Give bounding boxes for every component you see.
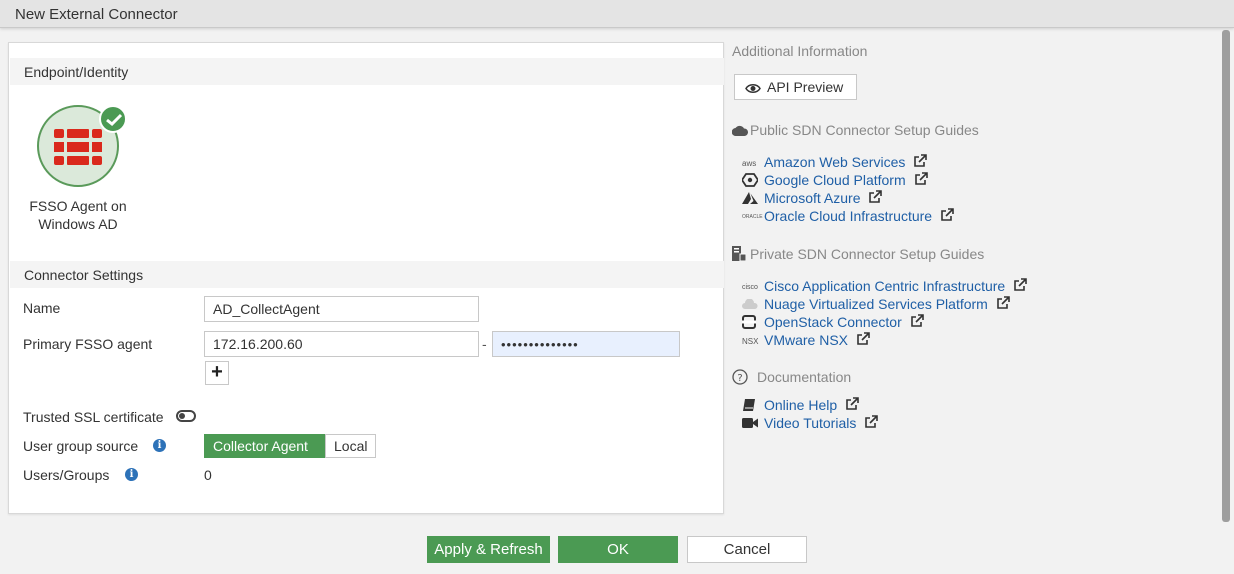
link-nuage-vsp[interactable]: Nuage Virtualized Services Platform	[742, 296, 1010, 314]
link-google-cloud-platform[interactable]: Google Cloud Platform	[740, 172, 928, 190]
connector-form-panel: Endpoint/Identity FSSO Agent on Windows …	[8, 42, 724, 514]
link-amazon-web-services[interactable]: aws Amazon Web Services	[742, 154, 928, 172]
link-label: Video Tutorials	[764, 415, 857, 431]
group-source-local-option[interactable]: Local	[325, 434, 376, 458]
link-label: Cisco Application Centric Infrastructure	[764, 278, 1006, 294]
primary-agent-password-input[interactable]: ••••••••••••••	[492, 331, 680, 357]
link-label: VMware NSX	[764, 332, 849, 348]
server-icon	[732, 246, 750, 264]
external-link-icon	[914, 154, 928, 167]
window-title: New External Connector	[0, 0, 1234, 28]
primary-agent-ip-input[interactable]	[204, 331, 479, 357]
link-openstack-connector[interactable]: OpenStack Connector	[742, 314, 924, 332]
nsx-icon: NSX	[742, 336, 759, 346]
link-online-help[interactable]: Online Help	[742, 397, 859, 415]
users-groups-label: Users/Groups	[23, 467, 110, 483]
documentation-title: Documentation	[757, 369, 852, 386]
trusted-ssl-toggle[interactable]	[176, 410, 196, 422]
public-sdn-guides-title: Public SDN Connector Setup Guides	[750, 122, 979, 138]
video-icon	[742, 417, 764, 431]
link-label: Nuage Virtualized Services Platform	[764, 296, 988, 312]
connector-label-line1: FSSO Agent on	[29, 198, 127, 214]
endpoint-section-header: Endpoint/Identity	[10, 58, 724, 85]
openstack-icon	[742, 315, 764, 331]
additional-info-title: Additional Information	[732, 43, 868, 59]
connector-settings-section-header: Connector Settings	[10, 261, 724, 288]
oracle-icon: ORACLE	[742, 214, 763, 221]
external-link-icon	[1014, 278, 1028, 291]
link-label: Online Help	[764, 397, 838, 413]
azure-icon	[742, 191, 764, 207]
group-source-info-icon[interactable]: i	[153, 439, 166, 452]
connector-tile-label: FSSO Agent on Windows AD	[23, 197, 133, 233]
link-oracle-cloud-infrastructure[interactable]: ORACLEOracle Cloud Infrastructure	[742, 208, 954, 226]
connector-label-line2: Windows AD	[38, 216, 118, 232]
private-sdn-guides-title: Private SDN Connector Setup Guides	[750, 246, 985, 262]
public-sdn-guides-header: Public SDN Connector Setup Guides	[731, 122, 979, 139]
question-circle-icon: ?	[732, 369, 757, 388]
link-microsoft-azure[interactable]: Microsoft Azure	[742, 190, 883, 208]
link-label: Google Cloud Platform	[764, 172, 906, 188]
google-cloud-icon	[740, 173, 764, 189]
documentation-header: ? Documentation	[732, 369, 851, 388]
fortinet-logo-icon	[54, 129, 102, 165]
user-group-source-label: User group source	[23, 438, 139, 454]
api-preview-button[interactable]: API Preview	[734, 74, 857, 100]
external-link-icon	[846, 397, 859, 410]
link-label: OpenStack Connector	[764, 314, 902, 330]
link-label: Amazon Web Services	[764, 154, 906, 170]
external-link-icon	[865, 415, 879, 428]
book-icon	[742, 398, 764, 414]
eye-icon	[745, 84, 761, 93]
external-link-icon	[857, 332, 870, 345]
vertical-scrollbar[interactable]	[1222, 30, 1230, 522]
svg-text:?: ?	[737, 373, 742, 384]
fsso-agent-connector-tile[interactable]: FSSO Agent on Windows AD	[23, 105, 133, 233]
private-sdn-guides-header: Private SDN Connector Setup Guides	[732, 246, 984, 264]
nuage-icon	[742, 298, 764, 311]
api-preview-label: API Preview	[767, 79, 844, 95]
selected-check-icon	[99, 105, 127, 133]
field-separator: -	[482, 336, 487, 352]
external-link-icon	[910, 314, 924, 327]
link-video-tutorials[interactable]: Video Tutorials	[742, 415, 879, 433]
external-link-icon	[941, 208, 954, 221]
add-agent-button[interactable]: +	[205, 361, 229, 385]
apply-refresh-button[interactable]: Apply & Refresh	[427, 536, 550, 563]
external-link-icon	[869, 190, 883, 203]
connector-logo	[37, 105, 127, 187]
name-input[interactable]	[204, 296, 479, 322]
cisco-icon: cisco	[742, 283, 758, 291]
external-link-icon	[914, 172, 928, 185]
primary-fsso-agent-label: Primary FSSO agent	[23, 336, 153, 352]
cancel-button[interactable]: Cancel	[687, 536, 807, 563]
link-label: Microsoft Azure	[764, 190, 861, 206]
aws-icon: aws	[742, 158, 757, 168]
external-link-icon	[997, 296, 1010, 309]
users-groups-value: 0	[204, 467, 212, 483]
link-vmware-nsx[interactable]: NSX VMware NSX	[742, 332, 870, 350]
cloud-icon	[731, 123, 750, 139]
users-groups-info-icon[interactable]: i	[125, 468, 138, 481]
trusted-ssl-label: Trusted SSL certificate	[23, 409, 164, 425]
link-label: Oracle Cloud Infrastructure	[764, 208, 933, 224]
ok-button[interactable]: OK	[558, 536, 678, 563]
link-cisco-aci[interactable]: cisco Cisco Application Centric Infrastru…	[742, 278, 1028, 296]
group-source-collector-agent-option[interactable]: Collector Agent	[204, 434, 325, 458]
name-label: Name	[23, 300, 61, 316]
